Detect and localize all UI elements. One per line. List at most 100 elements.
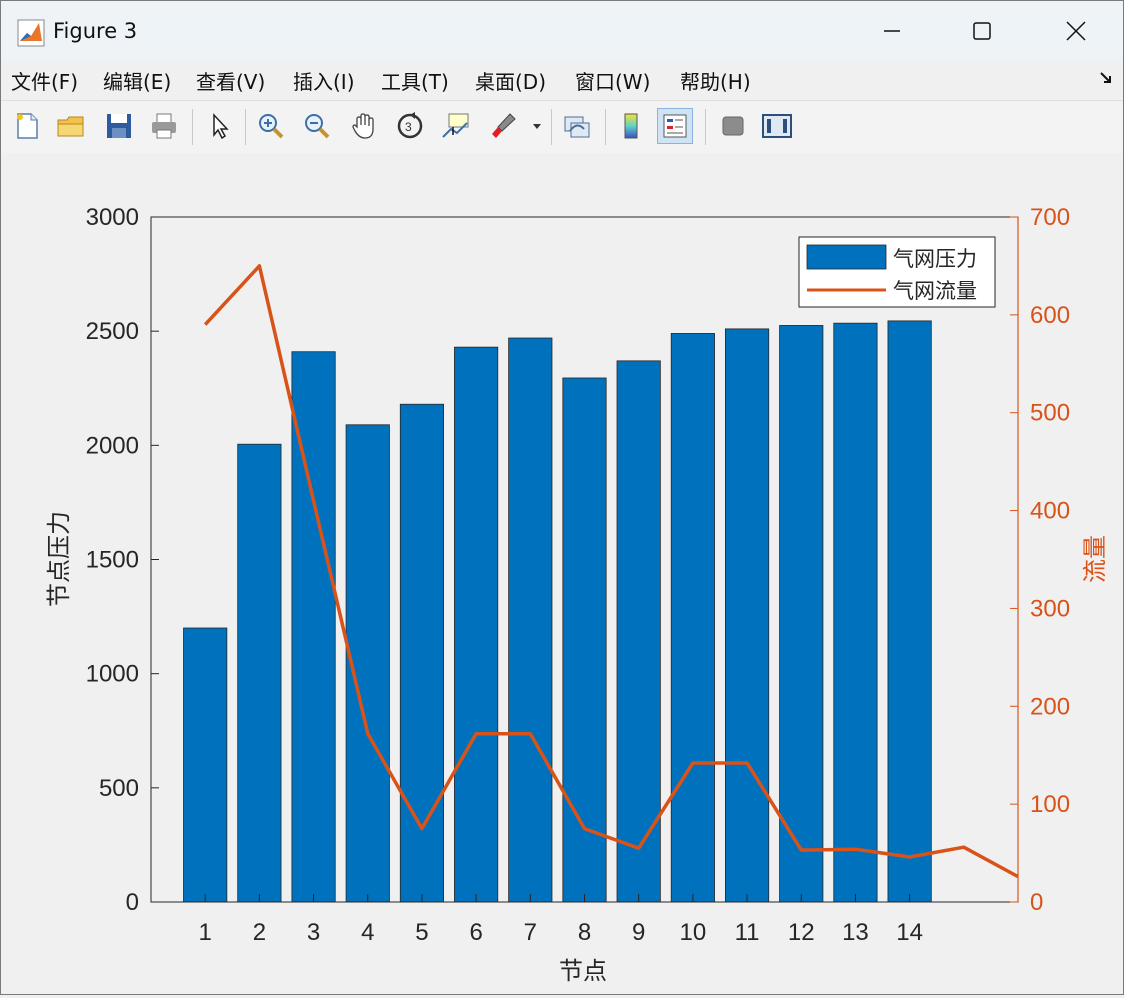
menu-help[interactable]: 帮助(H): [680, 66, 751, 95]
show-plot-tools-button[interactable]: [759, 108, 795, 144]
bar: [562, 377, 607, 903]
menu-file[interactable]: 文件(F): [11, 66, 78, 95]
toolbar-separator: [245, 109, 246, 145]
x-axis-label: 节点: [559, 958, 607, 985]
menu-view[interactable]: 查看(V): [196, 66, 265, 95]
x-tick-label: 7: [524, 919, 537, 946]
x-tick-label: 14: [896, 919, 923, 946]
left-y-tick-label: 500: [99, 775, 139, 802]
minimize-icon: [884, 30, 900, 32]
x-tick-label: 12: [788, 919, 815, 946]
right-y-tick-label: 300: [1030, 595, 1070, 622]
open-folder-icon: [57, 116, 84, 137]
bars-layer: [183, 320, 932, 903]
menu-bar: 文件(F) 编辑(E) 查看(V) 插入(I) 工具(T) 桌面(D) 窗口(W…: [1, 61, 1123, 99]
bar: [237, 443, 282, 903]
legend-entry-pressure: 气网压力: [893, 248, 977, 271]
right-y-tick-label: 600: [1030, 302, 1070, 329]
right-y-tick-label: 100: [1030, 791, 1070, 818]
bar: [724, 328, 770, 903]
new-file-icon: [17, 113, 38, 139]
x-tick-label: 3: [307, 919, 320, 946]
rotate-button[interactable]: 3: [392, 108, 428, 144]
brush-icon: [492, 113, 516, 138]
open-button[interactable]: [53, 108, 89, 144]
menu-window[interactable]: 窗口(W): [575, 66, 650, 95]
data-cursor-icon: [442, 113, 469, 138]
legend-icon: [663, 114, 687, 138]
left-y-tick-label: 1500: [86, 547, 139, 574]
legend[interactable]: 气网压力 气网流量: [798, 236, 996, 308]
menu-edit[interactable]: 编辑(E): [103, 66, 171, 95]
y2-axis-label: 流量: [1082, 535, 1109, 583]
x-tick-label: 4: [361, 919, 374, 946]
x-tick-label: 10: [680, 919, 707, 946]
zoom-in-icon: [259, 114, 284, 139]
brush-button[interactable]: [485, 108, 521, 144]
right-y-tick-label: 0: [1030, 889, 1043, 916]
close-button[interactable]: [1053, 11, 1099, 51]
bar: [454, 346, 499, 903]
matlab-icon: [17, 19, 45, 47]
legend-entry-flow: 气网流量: [893, 280, 977, 303]
maximize-button[interactable]: [959, 11, 1005, 51]
bar: [616, 360, 661, 903]
toolbar-separator: [705, 109, 706, 145]
print-icon: [152, 113, 176, 139]
svg-text:3: 3: [405, 120, 412, 134]
left-y-tick-label: 3000: [86, 204, 139, 231]
x-tick-label: 6: [469, 919, 482, 946]
right-y-axis: 0 100 200 300 400 500 600 700: [1010, 204, 1070, 916]
bar: [508, 337, 553, 903]
show-plot-tools-icon: [762, 114, 792, 138]
zoom-out-button[interactable]: [299, 108, 335, 144]
left-y-axis: 0 500 1000 1500 2000 2500 3000: [86, 204, 159, 916]
hide-plot-tools-button[interactable]: [715, 108, 751, 144]
colorbar-button[interactable]: [613, 108, 649, 144]
zoom-in-button[interactable]: [253, 108, 289, 144]
save-button[interactable]: [101, 108, 137, 144]
zoom-out-icon: [305, 114, 330, 139]
left-y-tick-label: 1000: [86, 661, 139, 688]
figure-canvas: 0 500 1000 1500 2000 2500 3000 0 100 200 300 400 50…: [1, 153, 1123, 994]
dock-arrow-icon[interactable]: [1099, 71, 1113, 89]
right-y-tick-label: 500: [1030, 400, 1070, 427]
chart-svg: 050010001500200025003000 010020030040050…: [46, 204, 1109, 985]
bar: [833, 322, 878, 903]
left-y-tick-label: 2500: [86, 318, 139, 345]
minimize-button[interactable]: [869, 11, 915, 51]
chevron-down-icon: [533, 124, 541, 129]
toolbar-separator: [192, 109, 193, 145]
menu-insert[interactable]: 插入(I): [293, 66, 355, 95]
bar: [183, 627, 228, 903]
x-tick-label: 9: [632, 919, 645, 946]
select-button[interactable]: [201, 108, 237, 144]
hide-plot-tools-icon: [722, 116, 744, 136]
legend-button[interactable]: [657, 108, 693, 144]
left-y-tick-label: 2000: [86, 432, 139, 459]
menu-desktop[interactable]: 桌面(D): [475, 66, 546, 95]
new-file-button[interactable]: [9, 108, 45, 144]
link-plot-button[interactable]: [559, 108, 595, 144]
pan-button[interactable]: [346, 108, 382, 144]
pan-hand-icon: [352, 113, 374, 139]
left-y-tick-label: 0: [126, 889, 139, 916]
right-y-tick-label: 700: [1030, 204, 1070, 231]
bar: [670, 333, 715, 903]
pointer-icon: [213, 113, 229, 140]
print-button[interactable]: [146, 108, 182, 144]
maximize-icon: [973, 22, 991, 40]
right-y-tick-label: 200: [1030, 693, 1070, 720]
data-cursor-button[interactable]: [438, 108, 474, 144]
bar: [887, 320, 932, 903]
figure-window: Figure 3 文件(F) 编辑(E) 查看(V) 插入(I) 工具(T) 桌…: [0, 0, 1124, 995]
menu-tools[interactable]: 工具(T): [381, 66, 449, 95]
title-bar: Figure 3: [1, 1, 1123, 61]
brush-dropdown[interactable]: [529, 108, 545, 144]
toolbar-separator: [605, 109, 606, 145]
link-plot-icon: [564, 116, 590, 138]
window-title: Figure 3: [53, 19, 138, 43]
save-icon: [107, 114, 131, 138]
y-axis-label: 节点压力: [46, 511, 73, 607]
x-tick-label: 13: [842, 919, 869, 946]
